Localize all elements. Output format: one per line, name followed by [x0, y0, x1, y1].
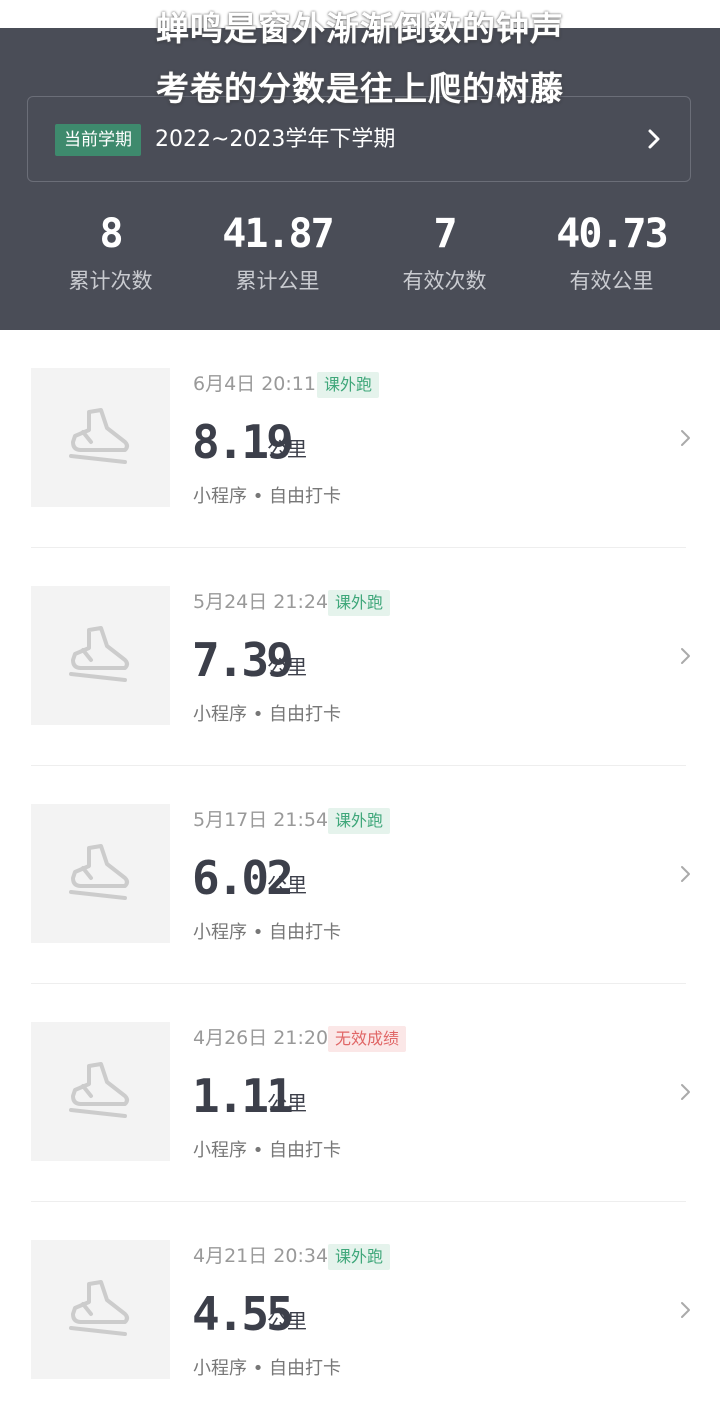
stat-label: 累计公里 — [235, 269, 320, 293]
record-unit: 公里 — [267, 1309, 307, 1333]
stat-value: 41.87 — [222, 211, 334, 257]
record-source: 小程序 • 自由打卡 — [193, 486, 342, 507]
shoe-icon — [69, 408, 129, 464]
run-record-item[interactable]: 5月24日 21:24 课外跑 7.39 公里 小程序 • 自由打卡 — [0, 548, 720, 766]
record-unit: 公里 — [267, 873, 307, 897]
chevron-right-icon — [681, 648, 690, 664]
term-value: 2022~2023学年下学期 — [155, 127, 396, 152]
stat-label: 有效次数 — [402, 269, 487, 293]
record-thumbnail — [31, 804, 170, 943]
record-source: 小程序 • 自由打卡 — [193, 922, 342, 943]
stat-value: 40.73 — [556, 211, 668, 257]
chevron-right-icon — [681, 430, 690, 446]
record-source: 小程序 • 自由打卡 — [193, 1358, 342, 1379]
shoe-icon — [69, 626, 129, 682]
record-tag: 课外跑 — [328, 590, 391, 616]
record-unit: 公里 — [267, 1091, 307, 1115]
run-record-item[interactable]: 4月21日 20:34 课外跑 4.55 公里 小程序 • 自由打卡 — [0, 1202, 720, 1420]
record-tag: 课外跑 — [328, 808, 391, 834]
shoe-icon — [69, 1280, 129, 1336]
record-tag: 无效成绩 — [328, 1026, 407, 1052]
record-time: 4月21日 20:34 — [193, 1245, 329, 1267]
record-thumbnail — [31, 368, 170, 507]
run-record-item[interactable]: 6月4日 20:11 课外跑 8.19 公里 小程序 • 自由打卡 — [0, 330, 720, 548]
stat-value: 8 — [99, 211, 123, 257]
record-time: 5月17日 21:54 — [193, 809, 329, 831]
record-thumbnail — [31, 586, 170, 725]
chevron-right-icon — [681, 866, 690, 882]
shoe-icon — [69, 844, 129, 900]
record-tag: 课外跑 — [317, 372, 380, 398]
record-thumbnail — [31, 1240, 170, 1379]
record-unit: 公里 — [267, 437, 307, 461]
stat-label: 累计次数 — [68, 269, 153, 293]
record-thumbnail — [31, 1022, 170, 1161]
shoe-icon — [69, 1062, 129, 1118]
record-time: 6月4日 20:11 — [193, 373, 316, 395]
video-caption-line-1: 蝉鸣是窗外渐渐倒数的钟声 — [156, 9, 564, 48]
record-tag: 课外跑 — [328, 1244, 391, 1270]
stat-total-count: 8 累计次数 — [27, 208, 194, 298]
video-caption-line-2: 考卷的分数是往上爬的树藤 — [156, 69, 564, 108]
record-time: 5月24日 21:24 — [193, 591, 329, 613]
chevron-right-icon — [681, 1302, 690, 1318]
chevron-right-icon — [648, 129, 660, 149]
run-record-item[interactable]: 4月26日 21:20 无效成绩 1.11 公里 小程序 • 自由打卡 — [0, 984, 720, 1202]
record-source: 小程序 • 自由打卡 — [193, 704, 342, 725]
stat-label: 有效公里 — [569, 269, 654, 293]
record-source: 小程序 • 自由打卡 — [193, 1140, 342, 1161]
stat-valid-count: 7 有效次数 — [361, 208, 528, 298]
run-record-item[interactable]: 5月17日 21:54 课外跑 6.02 公里 小程序 • 自由打卡 — [0, 766, 720, 984]
stat-value: 7 — [433, 211, 457, 257]
term-badge: 当前学期 — [55, 124, 141, 156]
stats-row: 8 累计次数 41.87 累计公里 7 有效次数 40.73 有效公里 — [0, 208, 720, 318]
stat-total-km: 41.87 累计公里 — [194, 208, 361, 298]
record-time: 4月26日 21:20 — [193, 1027, 329, 1049]
record-unit: 公里 — [267, 655, 307, 679]
chevron-right-icon — [681, 1084, 690, 1100]
stat-valid-km: 40.73 有效公里 — [528, 208, 695, 298]
